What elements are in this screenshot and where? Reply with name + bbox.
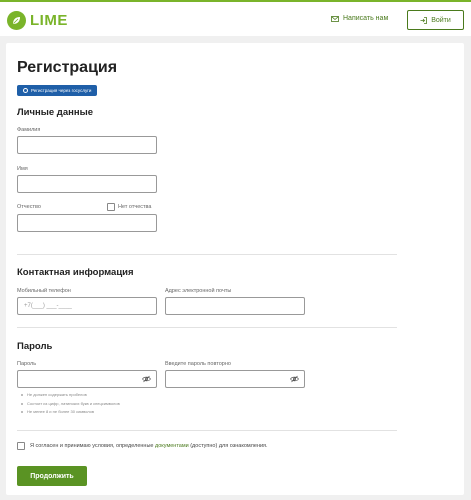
login-button[interactable]: Войти <box>407 10 464 30</box>
no-patronymic-checkbox[interactable] <box>107 203 115 211</box>
eye-off-icon[interactable] <box>142 375 151 383</box>
mail-icon <box>331 15 339 22</box>
eye-off-icon[interactable] <box>290 375 299 383</box>
password-hint: Состоит из цифр, латинских букв и спецси… <box>21 401 120 406</box>
bullet-icon <box>21 402 23 405</box>
write-us-link[interactable]: Написать нам <box>331 15 388 22</box>
divider <box>17 430 397 431</box>
page-title: Регистрация <box>17 59 118 76</box>
phone-label: Мобильный телефон <box>17 288 71 294</box>
phone-input[interactable]: +7(___) ___-____ <box>17 297 157 315</box>
agreement-text-after: (доступно) для ознакомления. <box>188 443 268 449</box>
divider <box>17 254 397 255</box>
divider <box>17 327 397 328</box>
registration-card: Регистрация Регистрация через госуслуги … <box>6 43 464 495</box>
repeat-password-label: Введите пароль повторно <box>165 361 231 367</box>
surname-label: Фамилия <box>17 127 41 133</box>
password-hint-text: Состоит из цифр, латинских букв и спецси… <box>27 401 120 406</box>
password-hint-text: Не должен содержать пробелов <box>27 392 87 397</box>
name-input[interactable] <box>17 175 157 193</box>
phone-placeholder: +7(___) ___-____ <box>24 303 72 309</box>
password-hint: Не должен содержать пробелов <box>21 392 87 397</box>
top-bar: LIME Написать нам Войти <box>0 0 471 36</box>
agreement-checkbox[interactable] <box>17 442 25 450</box>
logo-text: LIME <box>30 11 68 29</box>
repeat-password-input[interactable] <box>165 370 305 388</box>
documents-link[interactable]: документами <box>155 443 189 449</box>
surname-input[interactable] <box>17 136 157 154</box>
agreement-text-before: Я согласен и принимаю условия, определен… <box>30 443 156 449</box>
contact-section-title: Контактная информация <box>17 267 134 278</box>
agreement-text: Я согласен и принимаю условия, определен… <box>30 443 268 449</box>
password-hint-text: Не менее 8 и не более 30 символов <box>27 409 95 414</box>
gosuslugi-button[interactable]: Регистрация через госуслуги <box>17 85 98 96</box>
password-label: Пароль <box>17 361 37 367</box>
no-patronymic-label: Нет отчества <box>118 204 152 210</box>
personal-section-title: Личные данные <box>17 107 93 118</box>
login-icon <box>420 16 428 24</box>
email-label: Адрес электронной почты <box>165 288 232 294</box>
bullet-icon <box>21 393 23 396</box>
write-us-label: Написать нам <box>343 15 389 22</box>
gosuslugi-label: Регистрация через госуслуги <box>31 88 92 93</box>
password-section-title: Пароль <box>17 341 53 352</box>
bullet-icon <box>21 410 23 413</box>
password-input[interactable] <box>17 370 157 388</box>
password-hint: Не менее 8 и не более 30 символов <box>21 409 94 414</box>
patronymic-label: Отчество <box>17 204 41 210</box>
email-input[interactable] <box>165 297 305 315</box>
name-label: Имя <box>17 166 28 172</box>
continue-button[interactable]: Продолжить <box>17 466 87 486</box>
logo[interactable]: LIME <box>7 10 68 30</box>
patronymic-input[interactable] <box>17 214 157 232</box>
lime-logo-icon <box>7 10 26 30</box>
login-label: Войти <box>431 16 451 24</box>
gosuslugi-icon <box>23 88 28 93</box>
